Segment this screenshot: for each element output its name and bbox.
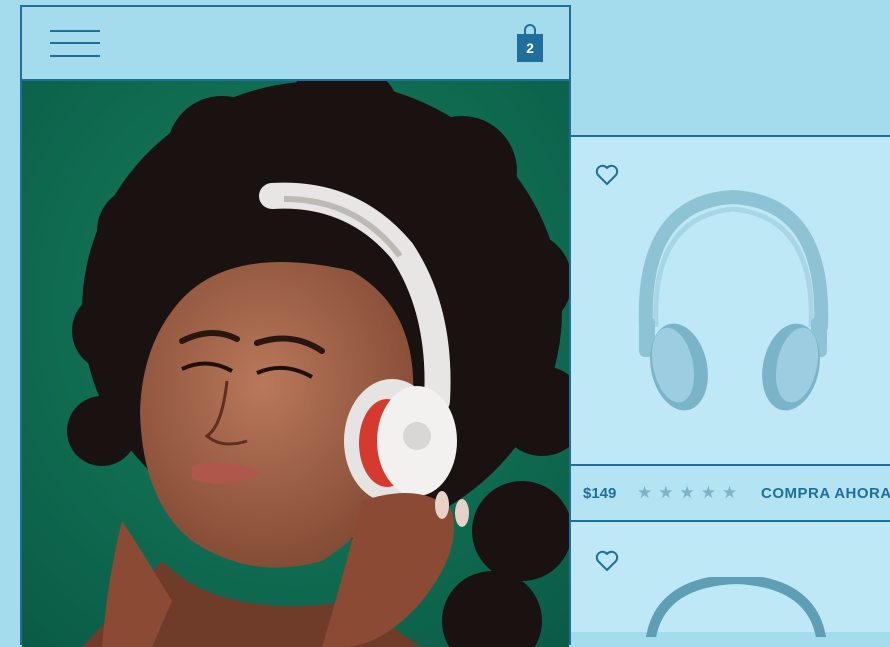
star-icon[interactable]: ★ — [722, 483, 737, 503]
product-price: $149 — [583, 485, 617, 502]
buy-now-link[interactable]: COMPRA AHORA — [761, 485, 890, 502]
product-card[interactable] — [571, 135, 890, 465]
shopping-bag-icon[interactable]: 2 — [515, 22, 545, 64]
star-icon[interactable]: ★ — [637, 483, 652, 503]
mobile-app-frame: 2 — [20, 5, 571, 647]
hero-image — [22, 81, 569, 647]
cart-count-badge: 2 — [526, 40, 534, 56]
product-info-bar: $149 ★ ★ ★ ★ ★ COMPRA AHORA — [571, 464, 890, 522]
rating-stars: ★ ★ ★ ★ ★ — [637, 483, 737, 503]
star-icon[interactable]: ★ — [658, 483, 673, 503]
menu-icon[interactable] — [50, 29, 100, 59]
product-card[interactable] — [571, 522, 890, 642]
app-header: 2 — [22, 7, 569, 81]
heart-icon[interactable] — [595, 550, 619, 572]
product-image — [621, 187, 851, 422]
heart-icon[interactable] — [595, 164, 619, 186]
product-image — [631, 573, 841, 642]
star-icon[interactable]: ★ — [680, 483, 695, 503]
star-icon[interactable]: ★ — [701, 483, 716, 503]
